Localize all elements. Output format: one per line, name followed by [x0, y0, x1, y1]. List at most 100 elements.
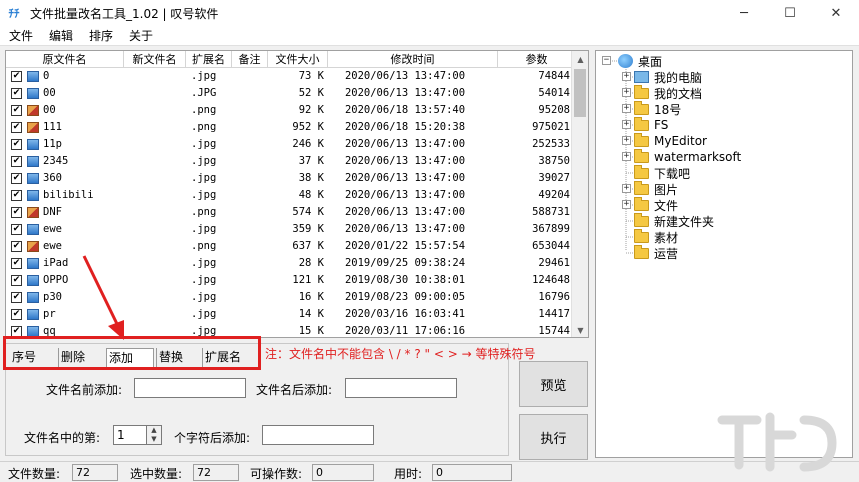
row-checkbox[interactable]: ✔: [11, 224, 22, 235]
row-checkbox[interactable]: ✔: [11, 241, 22, 252]
row-checkbox[interactable]: ✔: [11, 190, 22, 201]
jpg-file-icon: [27, 173, 39, 184]
png-file-icon: [27, 105, 39, 116]
nth-char-stepper[interactable]: ▲ ▼: [146, 425, 162, 445]
prefix-label: 文件名前添加:: [46, 383, 123, 397]
expand-icon[interactable]: +: [622, 184, 631, 193]
minimize-button[interactable]: ─: [721, 0, 767, 26]
folder-icon: [634, 148, 649, 163]
folder-icon: [634, 84, 649, 99]
expand-icon[interactable]: +: [622, 136, 631, 145]
tree-node-item[interactable]: 我的电脑: [634, 69, 702, 85]
tree-node-item[interactable]: FS: [634, 116, 668, 133]
collapse-icon[interactable]: −: [602, 56, 611, 65]
elapsed-time-value: 0: [432, 464, 512, 481]
table-row[interactable]: ✔ 111 .png 952 K 2020/06/18 15:20:38 975021: [6, 119, 576, 136]
table-row[interactable]: ✔ 2345 .jpg 37 K 2020/06/13 13:47:00 38750: [6, 153, 576, 170]
header-extension[interactable]: 扩展名: [186, 51, 232, 68]
table-row[interactable]: ✔ 00 .png 92 K 2020/06/18 13:57:40 95208: [6, 102, 576, 119]
table-row[interactable]: ✔ p30 .jpg 16 K 2019/08/23 09:00:05 16796: [6, 289, 576, 306]
table-row[interactable]: ✔ 360 .jpg 38 K 2020/06/13 13:47:00 39027: [6, 170, 576, 187]
row-checkbox[interactable]: ✔: [11, 207, 22, 218]
scroll-thumb[interactable]: [574, 69, 586, 117]
file-list-scrollbar[interactable]: ▲ ▼: [571, 51, 588, 337]
table-row[interactable]: ✔ DNF .png 574 K 2020/06/13 13:47:00 588731: [6, 204, 576, 221]
table-row[interactable]: ✔ ewe .jpg 359 K 2020/06/13 13:47:00 367899: [6, 221, 576, 238]
tree-node-item[interactable]: 新建文件夹: [634, 212, 714, 229]
table-row[interactable]: ✔ 00 .JPG 52 K 2020/06/13 13:47:00 54014: [6, 85, 576, 102]
menu-edit[interactable]: 编辑: [42, 27, 80, 44]
table-row[interactable]: ✔ 0 .jpg 73 K 2020/06/13 13:47:00 74844: [6, 68, 576, 85]
table-row[interactable]: ✔ 11p .jpg 246 K 2020/06/13 13:47:00 252533: [6, 136, 576, 153]
suffix-input[interactable]: [345, 378, 457, 398]
row-checkbox[interactable]: ✔: [11, 88, 22, 99]
row-checkbox[interactable]: ✔: [11, 139, 22, 150]
tree-node-item[interactable]: 我的文档: [634, 84, 702, 101]
header-file-size[interactable]: 文件大小: [268, 51, 328, 68]
tree-node-desktop[interactable]: 桌面: [618, 53, 662, 69]
table-row[interactable]: ✔ pr .jpg 14 K 2020/03/16 16:03:41 14417: [6, 306, 576, 323]
expand-icon[interactable]: +: [622, 200, 631, 209]
header-modified-time[interactable]: 修改时间: [328, 51, 498, 68]
expand-icon[interactable]: +: [622, 88, 631, 97]
cell-file-size: 246 K: [292, 138, 324, 150]
prefix-input[interactable]: [134, 378, 246, 398]
expand-icon[interactable]: +: [622, 72, 631, 81]
jpg-file-icon: [27, 258, 39, 269]
cell-file-size: 73 K: [298, 70, 324, 82]
file-list[interactable]: 原文件名 新文件名 扩展名 备注 文件大小 修改时间 参数 ✔ 0 .jpg 73 K…: [5, 50, 589, 338]
cell-file-size: 637 K: [292, 240, 324, 252]
tree-node-label: 文件: [654, 198, 679, 213]
table-row[interactable]: ✔ ewe .png 637 K 2020/01/22 15:57:54 653044: [6, 238, 576, 255]
tree-node-item[interactable]: 18号: [634, 100, 681, 117]
stepper-up-icon[interactable]: ▲: [147, 426, 161, 435]
row-checkbox[interactable]: ✔: [11, 275, 22, 286]
row-checkbox[interactable]: ✔: [11, 71, 22, 82]
expand-icon[interactable]: +: [622, 104, 631, 113]
jpg-file-icon: [27, 275, 39, 286]
row-checkbox[interactable]: ✔: [11, 122, 22, 133]
cell-original-name: pr: [43, 308, 56, 320]
table-row[interactable]: ✔ OPPO .jpg 121 K 2019/08/30 10:38:01 124648: [6, 272, 576, 289]
maximize-button[interactable]: ☐: [767, 0, 813, 26]
after-char-input[interactable]: [262, 425, 374, 445]
row-checkbox[interactable]: ✔: [11, 258, 22, 269]
header-remark[interactable]: 备注: [232, 51, 268, 68]
preview-button[interactable]: 预览: [519, 361, 588, 407]
row-checkbox[interactable]: ✔: [11, 309, 22, 320]
execute-button[interactable]: 执行: [519, 414, 588, 460]
tree-node-item[interactable]: MyEditor: [634, 132, 707, 149]
close-button[interactable]: ✕: [813, 0, 859, 26]
table-row[interactable]: ✔ bilibili .jpg 48 K 2020/06/13 13:47:00 4920…: [6, 187, 576, 204]
header-param[interactable]: 参数: [498, 51, 576, 68]
tree-node-item[interactable]: 运营: [634, 244, 678, 261]
menu-about[interactable]: 关于: [122, 27, 160, 44]
expand-icon[interactable]: +: [622, 120, 631, 129]
tree-node-item[interactable]: watermarksoft: [634, 148, 741, 165]
header-original-name[interactable]: 原文件名: [6, 51, 124, 68]
cell-param: 38750: [538, 155, 570, 167]
row-checkbox[interactable]: ✔: [11, 156, 22, 167]
row-checkbox[interactable]: ✔: [11, 292, 22, 303]
row-checkbox[interactable]: ✔: [11, 173, 22, 184]
scroll-down-icon[interactable]: ▼: [572, 322, 588, 337]
menu-file[interactable]: 文件: [2, 27, 40, 44]
cell-file-size: 121 K: [292, 274, 324, 286]
nth-char-input[interactable]: 1: [113, 425, 147, 445]
menu-sort[interactable]: 排序: [82, 27, 120, 44]
tree-node-item[interactable]: 下载吧: [634, 164, 690, 181]
title-bar: ﾁﾁ 文件批量改名工具_1.02 | 叹号软件 ─ ☐ ✕: [0, 0, 859, 26]
header-new-name[interactable]: 新文件名: [124, 51, 186, 68]
cell-modified-time: 2020/06/13 13:47:00: [344, 87, 466, 99]
cell-modified-time: 2020/03/16 16:03:41: [344, 308, 466, 320]
stepper-down-icon[interactable]: ▼: [147, 435, 161, 444]
folder-tree[interactable]: 桌面 − 我的电脑 + 我的文档 +18号 + FS + MyEditor + watermarkso…: [595, 50, 853, 458]
tree-node-item[interactable]: 图片: [634, 180, 678, 197]
tree-node-item[interactable]: 文件: [634, 196, 679, 213]
expand-icon[interactable]: +: [622, 152, 631, 161]
row-checkbox[interactable]: ✔: [11, 105, 22, 116]
file-count-value: 72: [72, 464, 118, 481]
tree-node-item[interactable]: 素材: [634, 228, 678, 245]
scroll-up-icon[interactable]: ▲: [572, 51, 588, 68]
table-row[interactable]: ✔ iPad .jpg 28 K 2019/09/25 09:38:24 29461: [6, 255, 576, 272]
